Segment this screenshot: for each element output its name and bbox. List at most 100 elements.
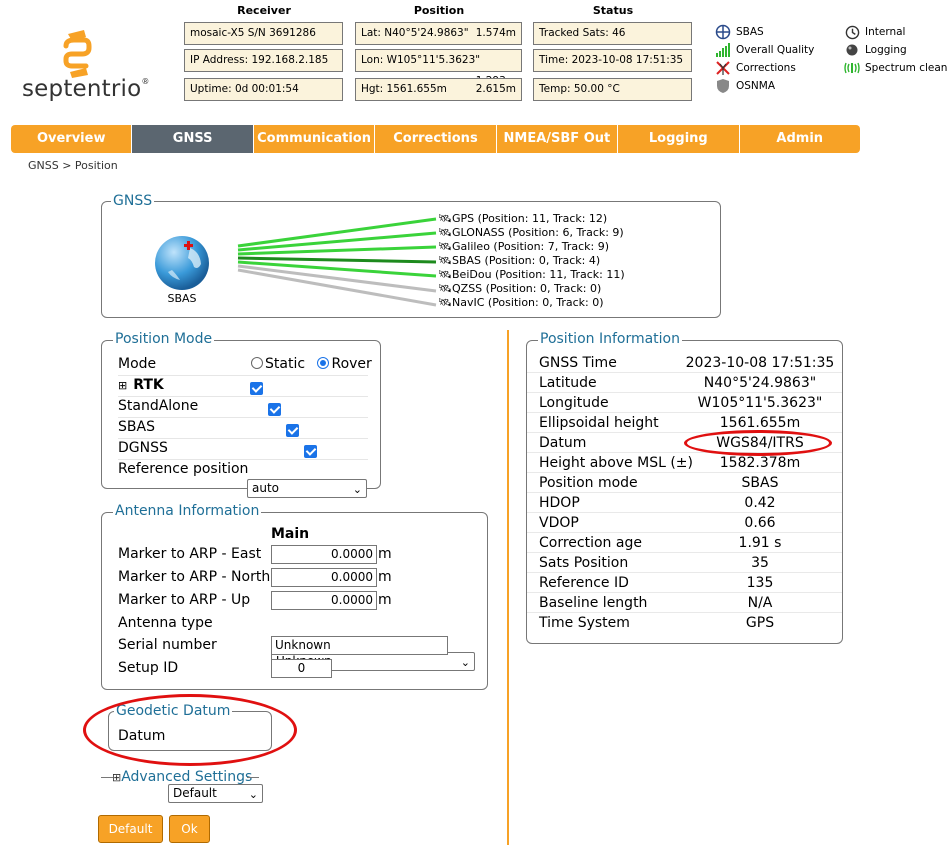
- north-label: Marker to ARP - North: [118, 569, 271, 585]
- gnss-panel-title: GNSS: [111, 193, 155, 209]
- chevron-down-icon: ⌄: [248, 788, 258, 801]
- status-header: Status: [592, 4, 634, 17]
- status-tracked-sats: Tracked Sats: 46: [533, 22, 692, 45]
- north-unit: m: [378, 569, 392, 585]
- dgnss-checkbox[interactable]: [304, 445, 318, 458]
- setup-id-input[interactable]: 0: [271, 659, 332, 678]
- reference-position-label: Reference position: [118, 461, 249, 477]
- corrections-icon: [716, 61, 730, 75]
- chevron-down-icon: ⌄: [460, 656, 470, 669]
- satellite-icon: 🛰: [438, 296, 452, 309]
- rtk-label: RTK: [133, 377, 164, 393]
- expand-plus-icon: ⊞: [112, 771, 122, 784]
- setup-id-label: Setup ID: [118, 660, 179, 676]
- static-label: Static: [265, 356, 306, 372]
- annotation-red-oval-datum-value: [684, 430, 832, 456]
- constellation-galileo: 🛰 Galileo (Position: 7, Track: 9): [438, 240, 610, 253]
- receiver-ip: IP Address: 192.168.2.185: [184, 49, 343, 72]
- column-divider: [507, 330, 509, 845]
- spectrum-icon: [844, 62, 860, 74]
- table-row: Reference ID 135: [527, 573, 842, 593]
- tab-logging[interactable]: Logging: [618, 125, 740, 153]
- signal-bars-icon: [716, 43, 730, 57]
- globe-crosshair-icon: [715, 24, 731, 40]
- tab-nmea-sbf-out[interactable]: NMEA/SBF Out: [496, 125, 619, 153]
- legend-internal[interactable]: Internal: [843, 23, 947, 41]
- septentrio-logo-mark-icon: [63, 30, 92, 78]
- legend-spectrum[interactable]: Spectrum clean: [843, 59, 947, 77]
- status-legend-right: Internal Logging Spectrum clean: [843, 23, 947, 77]
- table-row: VDOP 0.66: [527, 513, 842, 533]
- rover-radio[interactable]: [317, 357, 330, 369]
- tab-gnss[interactable]: GNSS: [132, 125, 254, 153]
- table-row: Latitude N40°5'24.9863": [527, 373, 842, 393]
- default-button[interactable]: Default: [98, 815, 163, 843]
- standalone-label: StandAlone: [118, 398, 199, 414]
- receiver-uptime: Uptime: 0d 00:01:54: [184, 78, 343, 101]
- table-row: Baseline length N/A: [527, 593, 842, 613]
- datum-select[interactable]: Default ⌄: [168, 784, 263, 803]
- expand-plus-icon[interactable]: ⊞: [118, 379, 127, 392]
- main-nav: Overview GNSS Communication Corrections …: [11, 125, 860, 153]
- globe-icon: [155, 236, 209, 290]
- constellation-glonass: 🛰 GLONASS (Position: 6, Track: 9): [438, 226, 624, 239]
- table-row: Time System GPS: [539, 615, 775, 631]
- table-row: Sats Position 35: [527, 553, 842, 573]
- east-input[interactable]: 0.0000: [271, 545, 377, 564]
- sbas-checkbox[interactable]: [286, 424, 300, 437]
- satellite-icon: 🛰: [438, 240, 452, 253]
- receiver-serial: mosaic-X5 S/N 3691286: [184, 22, 343, 45]
- legend-osnma[interactable]: OSNMA: [714, 77, 814, 95]
- clock-icon: [845, 25, 859, 39]
- septentrio-logo: septentrio®: [22, 76, 150, 102]
- position-header: Position: [413, 4, 465, 17]
- reference-position-select[interactable]: auto ⌄: [247, 479, 367, 498]
- table-row: Height above MSL (±) 1582.378m: [527, 453, 842, 473]
- satellite-icon: 🛰: [438, 282, 452, 295]
- static-radio[interactable]: [251, 357, 263, 369]
- tab-corrections[interactable]: Corrections: [375, 125, 497, 153]
- antenna-type-label: Antenna type: [118, 615, 213, 631]
- north-input[interactable]: 0.0000: [271, 568, 377, 587]
- table-row: HDOP 0.42: [527, 493, 842, 513]
- constellation-gps: 🛰 GPS (Position: 11, Track: 12): [438, 212, 608, 225]
- position-lon: Lon: W105°11'5.3623"1.293m: [355, 49, 522, 87]
- shield-icon: [717, 79, 729, 93]
- antenna-title: Antenna Information: [113, 503, 262, 519]
- rtk-row: ⊞ RTK: [118, 375, 164, 396]
- east-unit: m: [378, 546, 392, 562]
- satellite-icon: 🛰: [438, 254, 452, 267]
- position-lat: Lat: N40°5'24.9863" 1.574m: [355, 22, 522, 45]
- antenna-main-header: Main: [271, 526, 310, 542]
- up-input[interactable]: 0.0000: [271, 591, 377, 610]
- legend-logging[interactable]: Logging: [843, 41, 947, 59]
- serial-number-input[interactable]: Unknown: [271, 636, 448, 655]
- tab-overview[interactable]: Overview: [11, 125, 133, 153]
- table-row: GNSS Time 2023-10-08 17:51:35: [527, 353, 842, 373]
- satellite-icon: 🛰: [438, 212, 452, 225]
- legend-corrections[interactable]: Corrections: [714, 59, 814, 77]
- position-information-title: Position Information: [538, 331, 682, 347]
- chevron-down-icon: ⌄: [352, 483, 362, 496]
- annotation-red-oval-datum-select: [83, 694, 297, 766]
- satellite-icon: 🛰: [438, 226, 452, 239]
- receiver-header: Receiver: [237, 4, 291, 17]
- globe-label: SBAS: [167, 292, 197, 305]
- status-legend-left: SBAS Overall Quality Corrections OSNMA: [714, 23, 814, 95]
- dgnss-label: DGNSS: [118, 440, 168, 456]
- up-label: Marker to ARP - Up: [118, 592, 251, 608]
- sbas-label: SBAS: [118, 419, 155, 435]
- tab-admin[interactable]: Admin: [739, 125, 860, 153]
- advanced-settings-toggle[interactable]: ⊞Advanced Settings: [112, 769, 252, 785]
- rover-label: Rover: [331, 356, 372, 372]
- legend-sbas[interactable]: SBAS: [714, 23, 814, 41]
- table-row: Longitude W105°11'5.3623": [527, 393, 842, 413]
- rtk-checkbox[interactable]: [250, 382, 263, 395]
- serial-number-label: Serial number: [118, 637, 217, 653]
- standalone-checkbox[interactable]: [268, 403, 282, 416]
- constellation-sbas: 🛰 SBAS (Position: 0, Track: 4): [438, 254, 601, 267]
- ok-button[interactable]: Ok: [169, 815, 210, 843]
- legend-overall-quality[interactable]: Overall Quality: [714, 41, 814, 59]
- logging-icon: [846, 44, 858, 56]
- tab-communication[interactable]: Communication: [253, 125, 376, 153]
